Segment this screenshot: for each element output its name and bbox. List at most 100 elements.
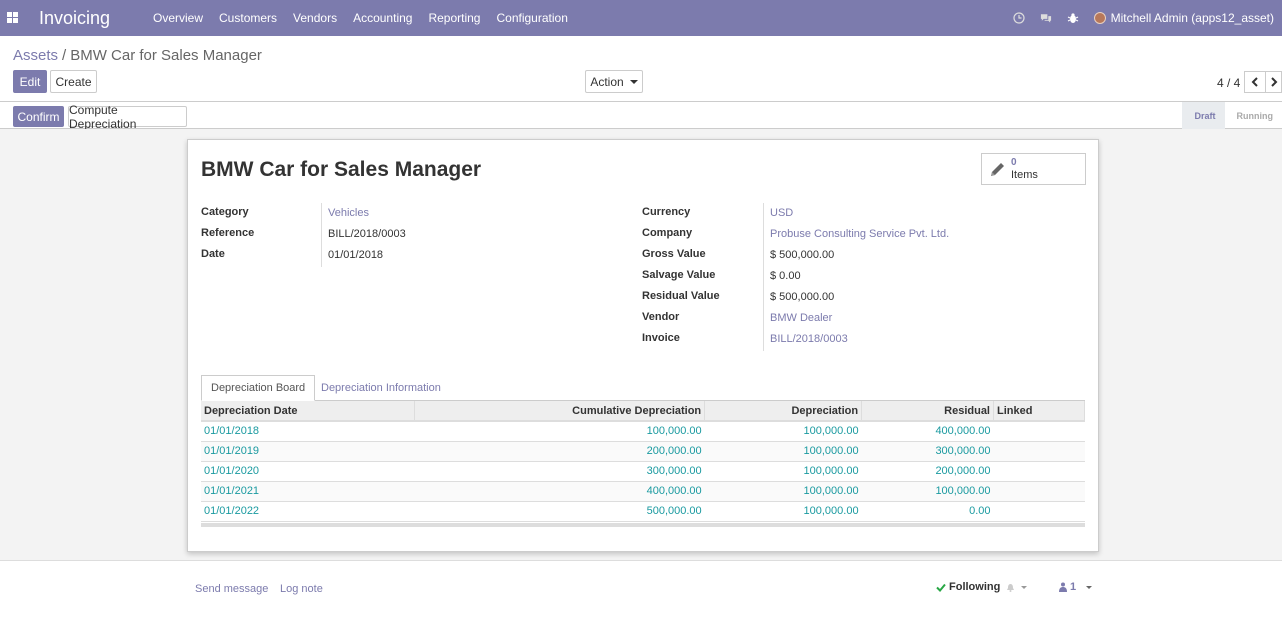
menu-reporting[interactable]: Reporting (428, 11, 480, 25)
table-row[interactable]: 01/01/2021 400,000.00 100,000.00 100,000… (201, 481, 1085, 502)
field-vendor[interactable]: BMW Dealer (770, 312, 832, 324)
chatter: Send message Log note Following 1 (0, 562, 1282, 622)
cell-cumulative: 500,000.00 (414, 501, 705, 522)
cell-date: 01/01/2020 (201, 461, 415, 482)
field-label-currency: Currency (642, 206, 691, 218)
table-header-row: Depreciation Date Cumulative Depreciatio… (201, 401, 1085, 422)
cell-residual: 300,000.00 (861, 441, 994, 462)
action-dropdown[interactable]: Action (585, 70, 643, 93)
breadcrumb-assets-link[interactable]: Assets (13, 47, 58, 64)
clock-icon[interactable] (1012, 12, 1025, 24)
cell-residual: 100,000.00 (861, 481, 994, 502)
menu-accounting[interactable]: Accounting (353, 11, 412, 25)
pager-previous-button[interactable] (1244, 71, 1266, 93)
field-residual-value: $ 500,000.00 (770, 291, 835, 303)
send-message-button[interactable]: Send message (195, 583, 268, 595)
edit-button[interactable]: Edit (13, 70, 47, 93)
table-row[interactable]: 01/01/2018 100,000.00 100,000.00 400,000… (201, 421, 1085, 442)
app-name[interactable]: Invoicing (39, 8, 110, 29)
depreciation-table: Depreciation Date Cumulative Depreciatio… (201, 401, 1085, 522)
column-header-residual[interactable]: Residual (861, 401, 994, 422)
field-label-salvage-value: Salvage Value (642, 269, 716, 281)
column-header-depreciation[interactable]: Depreciation (704, 401, 863, 422)
form-background: 0 Items BMW Car for Sales Manager Catego… (0, 129, 1282, 561)
status-step-draft: Draft (1182, 102, 1225, 129)
systray: Mitchell Admin (apps12_asset) (1012, 0, 1282, 36)
field-category[interactable]: Vehicles (328, 207, 369, 219)
field-company[interactable]: Probuse Consulting Service Pvt. Ltd. (770, 228, 949, 240)
cell-depreciation: 100,000.00 (704, 481, 862, 502)
menu-vendors[interactable]: Vendors (293, 11, 337, 25)
field-label-date: Date (201, 248, 225, 260)
following-button[interactable]: Following (936, 581, 1028, 593)
table-row[interactable]: 01/01/2022 500,000.00 100,000.00 0.00 (201, 501, 1085, 522)
field-label-invoice: Invoice (642, 332, 680, 344)
table-row[interactable]: 01/01/2020 300,000.00 100,000.00 200,000… (201, 461, 1085, 482)
create-button[interactable]: Create (50, 70, 97, 93)
field-label-company: Company (642, 227, 693, 239)
cell-cumulative: 200,000.00 (414, 441, 705, 462)
cell-residual: 400,000.00 (861, 421, 994, 442)
cell-cumulative: 400,000.00 (414, 481, 705, 502)
chevron-right-icon (1270, 77, 1277, 87)
cell-linked (993, 461, 1085, 482)
field-invoice[interactable]: BILL/2018/0003 (770, 333, 848, 345)
pencil-icon (991, 163, 1004, 176)
record-title: BMW Car for Sales Manager (201, 158, 482, 181)
apps-menu-icon[interactable] (7, 12, 18, 23)
cell-linked (993, 481, 1085, 502)
menu-customers[interactable]: Customers (219, 11, 277, 25)
cell-linked (993, 421, 1085, 442)
items-count: 0 (1011, 157, 1017, 168)
tab-depreciation-board[interactable]: Depreciation Board (201, 375, 316, 401)
pager-value[interactable]: 4 / 4 (1217, 76, 1240, 90)
top-navbar: Invoicing Overview Customers Vendors Acc… (0, 0, 1282, 36)
table-row[interactable]: 01/01/2019 200,000.00 100,000.00 300,000… (201, 441, 1085, 462)
main-menu: Overview Customers Vendors Accounting Re… (153, 11, 584, 25)
field-currency[interactable]: USD (770, 207, 793, 219)
user-menu[interactable]: Mitchell Admin (apps12_asset) (1093, 11, 1274, 25)
field-label-gross-value: Gross Value (642, 248, 706, 260)
followers-button[interactable]: 1 (1059, 581, 1093, 593)
following-label: Following (949, 581, 1001, 593)
confirm-button[interactable]: Confirm (13, 106, 64, 127)
log-note-button[interactable]: Log note (280, 583, 323, 595)
field-salvage-value: $ 0.00 (770, 270, 801, 282)
field-label-residual-value: Residual Value (642, 290, 720, 302)
cell-date: 01/01/2019 (201, 441, 415, 462)
column-header-cumulative[interactable]: Cumulative Depreciation (414, 401, 706, 422)
cell-linked (993, 501, 1085, 522)
column-header-date[interactable]: Depreciation Date (201, 401, 416, 422)
cell-residual: 0.00 (861, 501, 994, 522)
field-date: 01/01/2018 (328, 249, 384, 261)
field-reference: BILL/2018/0003 (328, 228, 406, 240)
field-gross-value: $ 500,000.00 (770, 249, 835, 261)
cell-depreciation: 100,000.00 (704, 421, 862, 442)
status-step-running[interactable]: Running (1225, 102, 1282, 129)
breadcrumb-current: BMW Car for Sales Manager (70, 47, 262, 64)
menu-overview[interactable]: Overview (153, 11, 203, 25)
compute-depreciation-button[interactable]: Compute Depreciation (68, 103, 187, 131)
items-smart-button[interactable]: 0 Items (981, 153, 1086, 185)
chevron-down-icon (1021, 585, 1028, 589)
field-label-reference: Reference (201, 227, 255, 239)
chat-icon[interactable] (1040, 12, 1052, 24)
cell-date: 01/01/2021 (201, 481, 415, 502)
cell-linked (993, 441, 1085, 462)
field-label-category: Category (201, 206, 249, 218)
tab-depreciation-information[interactable]: Depreciation Information (312, 375, 450, 401)
cell-cumulative: 300,000.00 (414, 461, 705, 482)
create-button-label: Create (55, 74, 92, 89)
bell-icon[interactable] (1006, 583, 1015, 592)
cell-depreciation: 100,000.00 (704, 441, 862, 462)
pager-next-button[interactable] (1265, 71, 1282, 93)
column-header-linked[interactable]: Linked (993, 401, 1085, 422)
cell-residual: 200,000.00 (861, 461, 994, 482)
cell-cumulative: 100,000.00 (414, 421, 705, 442)
bug-icon[interactable] (1067, 12, 1079, 24)
menu-configuration[interactable]: Configuration (496, 11, 567, 25)
user-icon (1059, 582, 1067, 592)
action-label: Action (590, 74, 624, 89)
cell-depreciation: 100,000.00 (704, 501, 862, 522)
cell-date: 01/01/2018 (201, 421, 415, 442)
